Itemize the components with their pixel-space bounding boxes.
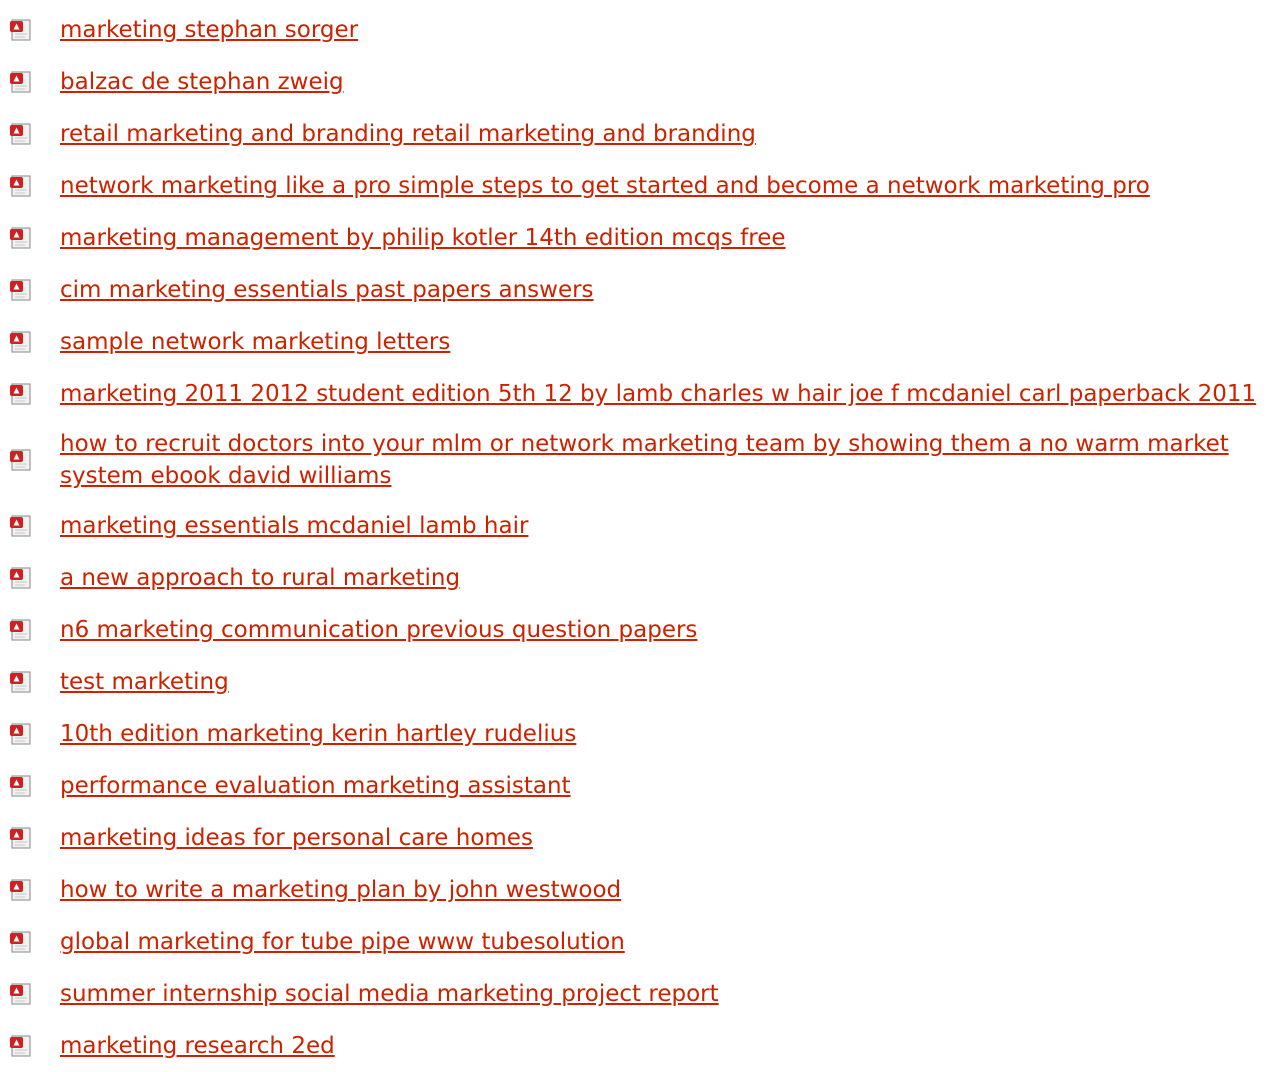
pdf-file-icon: [10, 723, 31, 745]
pdf-file-icon: [10, 983, 31, 1005]
pdf-file-icon: [10, 123, 31, 145]
document-link[interactable]: global marketing for tube pipe www tubes…: [60, 926, 625, 958]
pdf-file-icon: [10, 775, 31, 797]
pdf-file-icon: [10, 879, 31, 901]
document-link[interactable]: how to write a marketing plan by john we…: [60, 874, 621, 906]
list-item: marketing research 2ed: [0, 1020, 1286, 1072]
list-item: cim marketing essentials past papers ans…: [0, 264, 1286, 316]
pdf-file-icon: [10, 19, 31, 41]
pdf-file-icon: [10, 671, 31, 693]
list-item: how to recruit doctors into your mlm or …: [0, 420, 1286, 500]
document-link[interactable]: sample network marketing letters: [60, 326, 450, 358]
document-link[interactable]: marketing stephan sorger: [60, 14, 358, 46]
document-link[interactable]: marketing research 2ed: [60, 1030, 335, 1062]
document-link[interactable]: 10th edition marketing kerin hartley rud…: [60, 718, 576, 750]
list-item: how to write a marketing plan by john we…: [0, 864, 1286, 916]
document-link[interactable]: how to recruit doctors into your mlm or …: [60, 428, 1280, 492]
pdf-file-icon: [10, 931, 31, 953]
list-item: sample network marketing letters: [0, 316, 1286, 368]
pdf-file-icon: [10, 383, 31, 405]
list-item: marketing stephan sorger: [0, 4, 1286, 56]
document-link[interactable]: marketing essentials mcdaniel lamb hair: [60, 510, 528, 542]
list-item: 10th edition marketing kerin hartley rud…: [0, 708, 1286, 760]
document-link[interactable]: performance evaluation marketing assista…: [60, 770, 571, 802]
list-item: balzac de stephan zweig: [0, 56, 1286, 108]
document-link[interactable]: marketing management by philip kotler 14…: [60, 222, 786, 254]
list-item: marketing essentials mcdaniel lamb hair: [0, 500, 1286, 552]
pdf-file-icon: [10, 515, 31, 537]
document-link[interactable]: test marketing: [60, 666, 229, 698]
pdf-file-icon: [10, 827, 31, 849]
pdf-file-icon: [10, 279, 31, 301]
pdf-file-icon: [10, 619, 31, 641]
pdf-file-icon: [10, 71, 31, 93]
document-link[interactable]: retail marketing and branding retail mar…: [60, 118, 756, 150]
document-link[interactable]: summer internship social media marketing…: [60, 978, 719, 1010]
document-link[interactable]: network marketing like a pro simple step…: [60, 170, 1150, 202]
list-item: a new approach to rural marketing: [0, 552, 1286, 604]
pdf-file-icon: [10, 567, 31, 589]
document-link[interactable]: marketing ideas for personal care homes: [60, 822, 533, 854]
document-link[interactable]: a new approach to rural marketing: [60, 562, 460, 594]
list-item: marketing management by philip kotler 14…: [0, 212, 1286, 264]
document-link[interactable]: cim marketing essentials past papers ans…: [60, 274, 594, 306]
document-link[interactable]: n6 marketing communication previous ques…: [60, 614, 697, 646]
list-item: marketing ideas for personal care homes: [0, 812, 1286, 864]
pdf-file-icon: [10, 1035, 31, 1057]
document-link-list: marketing stephan sorger balzac de steph…: [0, 0, 1286, 1072]
list-item: global marketing for tube pipe www tubes…: [0, 916, 1286, 968]
list-item: n6 marketing communication previous ques…: [0, 604, 1286, 656]
pdf-file-icon: [10, 227, 31, 249]
list-item: marketing 2011 2012 student edition 5th …: [0, 368, 1286, 420]
list-item: test marketing: [0, 656, 1286, 708]
document-link[interactable]: balzac de stephan zweig: [60, 66, 344, 98]
list-item: network marketing like a pro simple step…: [0, 160, 1286, 212]
pdf-file-icon: [10, 175, 31, 197]
list-item: performance evaluation marketing assista…: [0, 760, 1286, 812]
list-item: retail marketing and branding retail mar…: [0, 108, 1286, 160]
document-link[interactable]: marketing 2011 2012 student edition 5th …: [60, 378, 1256, 410]
pdf-file-icon: [10, 331, 31, 353]
pdf-file-icon: [10, 449, 31, 471]
list-item: summer internship social media marketing…: [0, 968, 1286, 1020]
